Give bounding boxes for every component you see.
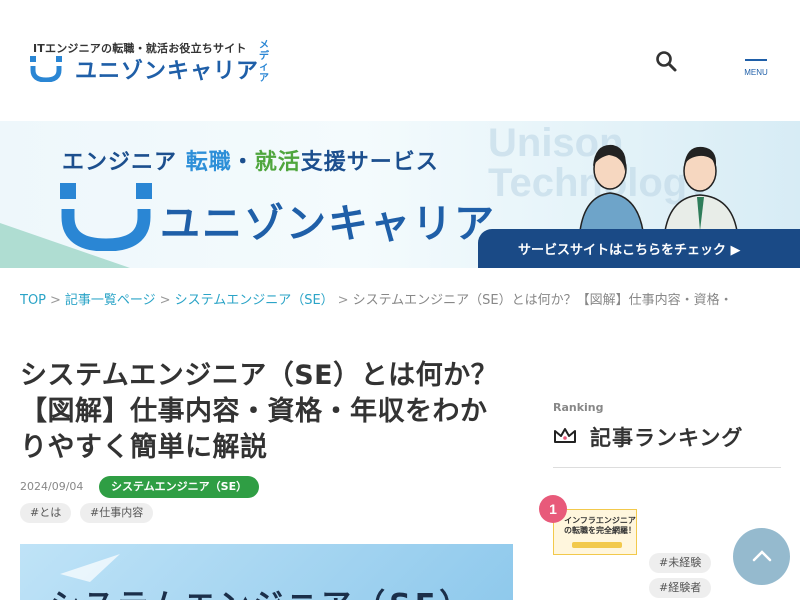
breadcrumb-articles[interactable]: 記事一覧ページ <box>65 293 156 307</box>
logo-text[interactable]: ユニゾンキャリア <box>75 53 259 85</box>
breadcrumb-category[interactable]: システムエンジニア（SE） <box>175 293 334 307</box>
divider <box>553 467 781 468</box>
banner-brand-name: ユニゾンキャリア <box>160 201 496 247</box>
rank-badge: 1 <box>539 495 567 523</box>
logo-u-icon[interactable] <box>30 56 62 82</box>
banner-tagline: エンジニア 転職・就活支援サービス <box>62 150 439 175</box>
menu-label: MENU <box>744 68 768 77</box>
breadcrumb-top[interactable]: TOP <box>20 293 46 307</box>
breadcrumb: TOP > 記事一覧ページ > システムエンジニア（SE） > システムエンジニア（SE）と… <box>20 289 800 307</box>
site-header: ITエンジニアの転職・就活お役立ちサイト ユニゾンキャリア メディア MENU <box>0 0 800 121</box>
chevron-up-icon <box>752 550 772 562</box>
breadcrumb-separator: > <box>337 293 349 307</box>
ranking-tag-chip[interactable]: #経験者 <box>649 578 712 598</box>
breadcrumb-separator: > <box>159 293 171 307</box>
ranking-label: Ranking <box>553 401 604 414</box>
breadcrumb-current: システムエンジニア（SE）とは何か？【図解】仕事内容・資格・ <box>352 293 733 307</box>
category-badge[interactable]: システムエンジニア（SE） <box>99 476 260 498</box>
banner-logo-icon <box>60 183 152 251</box>
breadcrumb-separator: > <box>50 293 61 307</box>
search-icon[interactable] <box>654 49 678 73</box>
publish-date: 2024/09/04 <box>20 480 84 493</box>
tag-chip[interactable]: #仕事内容 <box>80 503 154 523</box>
ranking-title: 記事ランキング <box>590 426 744 450</box>
menu-button[interactable]: MENU <box>740 55 772 81</box>
banner-people-illustration <box>579 144 738 231</box>
article-hero-image: システムエンジニア（SE） <box>20 544 513 600</box>
tag-chip[interactable]: #とは <box>20 503 72 523</box>
hamburger-icon <box>745 59 767 61</box>
back-to-top-button[interactable] <box>733 528 790 585</box>
thumbnail-bar <box>572 542 622 548</box>
article-title: システムエンジニア（SE）とは何か？【図解】仕事内容・資格・年収をわかりやすく簡… <box>20 360 499 463</box>
crown-icon <box>554 428 576 443</box>
ranking-thumbnail[interactable]: インフラエンジニアの転職を完全網羅！ <box>553 509 637 555</box>
thumbnail-caption: インフラエンジニアの転職を完全網羅！ <box>564 516 636 535</box>
logo-media-label: メディア <box>259 40 269 84</box>
ranking-tag-chip[interactable]: #未経験 <box>649 553 712 573</box>
hero-title-text: システムエンジニア（SE） <box>50 580 473 600</box>
service-site-cta[interactable]: サービスサイトはこちらをチェック ▶ <box>478 229 800 268</box>
service-banner[interactable]: Unison Technology エンジニア 転職・就活支援サービス ユニゾン… <box>0 121 800 268</box>
